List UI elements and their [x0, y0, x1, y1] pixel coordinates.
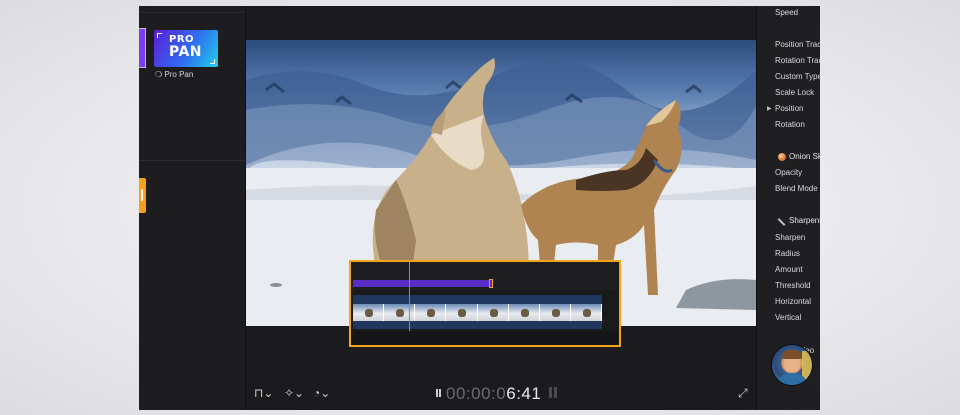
inspector-blend-mode[interactable]: Blend Mode [775, 184, 818, 193]
effects-browser-panel: PRO PAN ❍ Pro Pan [139, 6, 246, 410]
inspector-speed[interactable]: Speed [775, 8, 798, 17]
viewer: ⊓⌄ ✧⌄ ◔⌄ 00:00:06:41 ⤢ [246, 6, 756, 410]
crop-transform-icon[interactable]: ⊓⌄ [254, 387, 273, 399]
panel-divider [139, 12, 245, 13]
inspector-vertical[interactable]: Vertical [775, 313, 801, 322]
inspector-position-track[interactable]: Position Trac [775, 40, 820, 49]
clip-frame [353, 304, 385, 321]
inspector-position[interactable]: Position [775, 104, 803, 113]
timeline-footer [351, 331, 619, 345]
transport-bar: ⊓⌄ ✧⌄ ◔⌄ 00:00:06:41 ⤢ [246, 380, 756, 410]
corner-mark [210, 59, 215, 64]
sharpen-wand-icon [777, 218, 786, 226]
inspector-rotation-track[interactable]: Rotation Trac [775, 56, 820, 65]
inspector-threshold[interactable]: Threshold [775, 281, 811, 290]
pro-pan-logo: PRO PAN [169, 34, 203, 60]
magic-wand-icon[interactable]: ✧⌄ [284, 387, 304, 399]
editor-window: PRO PAN ❍ Pro Pan ⊓⌄ ✧⌄ ◔⌄ 00:00:06:41 ⤢… [139, 6, 820, 410]
inspector-opacity[interactable]: Opacity [775, 168, 802, 177]
clip-frame [446, 304, 478, 321]
effect-range-bar[interactable] [353, 280, 492, 287]
inspector-scale-lock[interactable]: Scale Lock [775, 88, 814, 97]
pro-pan-thumbnail[interactable]: PRO PAN [154, 30, 218, 67]
inspector-amount[interactable]: Amount [775, 265, 803, 274]
play-pause-icon[interactable] [436, 389, 441, 397]
pro-pan-label: ❍ Pro Pan [155, 70, 194, 79]
panel-divider [139, 160, 245, 161]
timecode-current: 6:41 [506, 384, 542, 403]
clip-frame [415, 304, 447, 321]
inspector-custom-type[interactable]: Custom Type [775, 72, 820, 81]
video-clip[interactable] [353, 295, 602, 329]
inspector-onion-skin[interactable]: Onion Sk [789, 152, 820, 161]
expand-arrows-icon[interactable]: ⤢ [738, 387, 748, 399]
range-end-handle[interactable] [489, 279, 493, 288]
clip-frame [539, 304, 571, 321]
inspector-sharpen[interactable]: Sharpen [775, 233, 805, 242]
avatar-hair [782, 350, 802, 359]
speedometer-icon[interactable]: ◔⌄ [313, 387, 330, 399]
selected-effect-thumbnail[interactable] [139, 28, 146, 68]
clip-frame [384, 304, 416, 321]
disclosure-triangle-icon[interactable]: ▶ [767, 105, 772, 112]
timeline-overlay[interactable] [349, 260, 621, 347]
inspector-horizontal[interactable]: Horizontal [775, 297, 811, 306]
panel-toggle-handle[interactable] [139, 178, 146, 213]
clip-frame [508, 304, 540, 321]
onion-skin-icon [778, 153, 786, 161]
inspector-sharpen-header[interactable]: Sharpeni [789, 216, 820, 225]
pause-icon[interactable] [549, 387, 557, 398]
clip-frame [477, 304, 509, 321]
timecode-dim: 00:00:0 [446, 384, 507, 403]
presenter-avatar [771, 344, 813, 386]
inspector-radius[interactable]: Radius [775, 249, 800, 258]
inspector-rotation[interactable]: Rotation [775, 120, 805, 129]
clip-frame [570, 304, 602, 321]
clip-filmstrip [353, 304, 602, 321]
corner-mark [157, 33, 162, 38]
timecode-display: 00:00:06:41 [446, 384, 541, 404]
logo-line-2: PAN [169, 44, 203, 60]
